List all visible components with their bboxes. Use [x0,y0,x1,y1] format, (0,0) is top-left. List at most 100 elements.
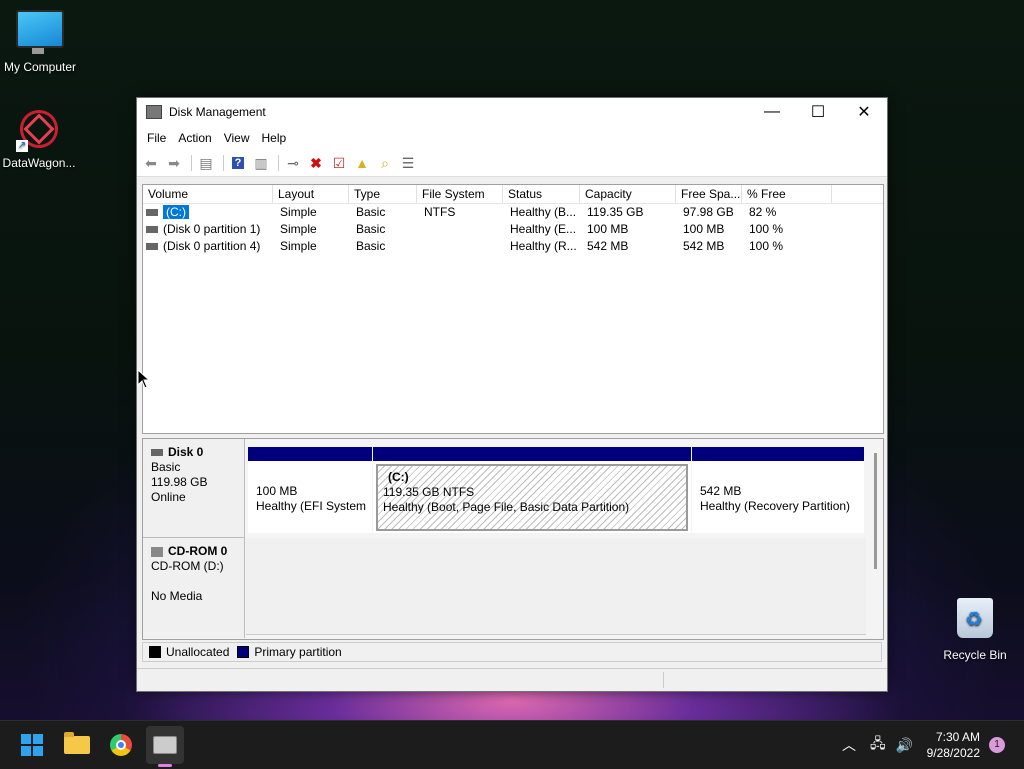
primary-partition-bar [373,447,691,461]
mouse-cursor-icon [137,369,149,389]
cell-type: Basic [356,205,386,219]
network-icon[interactable]: 🖧 [870,733,886,757]
partition-status: Healthy (EFI System Partition) [256,499,369,513]
recycle-bin-icon [957,598,993,638]
notification-badge[interactable]: 1 [989,737,1005,753]
volume-icon[interactable]: 🔊 [896,737,913,754]
file-explorer-button[interactable] [62,730,92,760]
legend-primary-partition: Primary partition [254,645,342,659]
menu-view[interactable]: View [218,131,256,145]
cell-layout: Simple [280,205,317,219]
start-icon [21,734,43,756]
close-button[interactable]: ✕ [841,98,887,126]
back-icon[interactable]: ⬅ [141,153,161,173]
cdrom-0-label[interactable]: CD-ROM 0 CD-ROM (D:) No Media [143,538,245,638]
volume-name: (C:) [163,205,189,219]
cell-free-space: 97.98 GB [683,205,734,219]
volume-icon [146,209,158,217]
disk-management-window: Disk Management — ☐ ✕ File Action View H… [136,97,888,692]
start-button[interactable] [17,730,47,760]
chrome-button[interactable] [106,730,136,760]
disk-name-row: Disk 0 [151,445,244,460]
menu-help[interactable]: Help [256,131,293,145]
disk-layout-pane: Disk 0 Basic 119.98 GB Online 100 MB Hea… [142,438,884,640]
chevron-up-icon[interactable]: ︿ [842,735,856,755]
column-header-type[interactable]: Type [349,185,417,203]
cell-status: Healthy (E... [510,222,577,236]
desktop-icon-my-computer[interactable]: My Computer [0,10,80,74]
desktop-icon-datawagon[interactable]: ↗ DataWagon... [0,106,79,170]
window-title: Disk Management [169,105,266,119]
partition-c[interactable]: (C:) 119.35 GB NTFS Healthy (Boot, Page … [373,447,691,533]
legend: Unallocated Primary partition [142,642,882,662]
title-bar[interactable]: Disk Management — ☐ ✕ [137,98,887,126]
cell-file-system [417,238,503,255]
column-header-layout[interactable]: Layout [273,185,349,203]
partition-size: 100 MB [256,484,298,498]
partition-efi[interactable]: 100 MB Healthy (EFI System Partition) [248,447,372,533]
column-header-percent-free[interactable]: % Free [742,185,832,203]
column-header-free-space[interactable]: Free Spa... [676,185,742,203]
menu-action[interactable]: Action [172,131,217,145]
minimize-button[interactable]: — [749,98,795,126]
disk-icon [151,449,163,457]
search-icon[interactable]: ⌕ [375,153,395,173]
settings-icon[interactable]: ☰ [398,153,418,173]
desktop-icon-recycle-bin[interactable]: Recycle Bin [935,598,1015,662]
legend-unallocated: Unallocated [166,645,230,659]
cell-percent-free: 100 % [749,239,784,253]
disk-management-taskbar-button[interactable] [146,726,184,764]
disk-state: Online [151,490,186,504]
desktop-icon-label: My Computer [3,60,77,74]
help-icon[interactable]: ? [228,153,248,173]
console-tree-icon[interactable]: ▤ [196,153,216,173]
primary-partition-bar [248,447,372,461]
vertical-scrollbar[interactable] [874,453,877,569]
partition-label: (C:) [388,470,409,484]
column-header-status[interactable]: Status [503,185,580,203]
volume-list-header: Volume Layout Type File System Status Ca… [143,185,883,204]
cell-capacity: 542 MB [587,239,629,253]
disk-type: CD-ROM (D:) [151,559,224,573]
cell-capacity: 100 MB [587,222,629,236]
column-header-volume[interactable]: Volume [143,185,273,203]
partition-size: 542 MB [700,484,742,498]
partition-body: (C:) 119.35 GB NTFS Healthy (Boot, Page … [376,464,688,531]
check-icon[interactable]: ☑ [329,153,349,173]
disk-management-app-icon [146,105,162,119]
system-tray: ︿ 🖧 🔊 [842,721,913,769]
properties-icon[interactable]: ▥ [251,153,271,173]
status-bar [137,668,887,691]
delete-icon[interactable]: ✖ [306,153,326,173]
table-row[interactable]: (C:) Simple Basic NTFS Healthy (B... 119… [143,204,883,221]
connect-icon[interactable]: ⊸ [283,153,303,173]
toolbar-separator [223,155,224,171]
datawagon-icon: ↗ [16,106,62,152]
disk-0-label[interactable]: Disk 0 Basic 119.98 GB Online [143,439,245,538]
up-icon[interactable]: ▲ [352,153,372,173]
disk-name: CD-ROM 0 [168,544,228,558]
partition-recovery[interactable]: 542 MB Healthy (Recovery Partition) [692,447,864,533]
partition-body: 542 MB Healthy (Recovery Partition) [695,464,861,531]
menu-file[interactable]: File [141,131,172,145]
cdrom-icon [151,546,163,557]
column-header-capacity[interactable]: Capacity [580,185,676,203]
maximize-button[interactable]: ☐ [795,98,841,126]
unallocated-swatch [149,646,161,658]
cell-type: Basic [356,239,386,253]
forward-icon[interactable]: ➡ [164,153,184,173]
table-row[interactable]: (Disk 0 partition 1) Simple Basic Health… [143,221,883,238]
table-row[interactable]: (Disk 0 partition 4) Simple Basic Health… [143,238,883,255]
cell-percent-free: 82 % [749,205,777,219]
volume-list: Volume Layout Type File System Status Ca… [142,184,884,434]
volume-name: (Disk 0 partition 1) [163,222,261,236]
primary-partition-swatch [237,646,250,658]
file-explorer-icon [64,732,90,754]
clock[interactable]: 7:30 AM 9/28/2022 [927,729,980,761]
column-header-file-system[interactable]: File System [417,185,503,203]
volume-icon [146,243,158,251]
cell-type: Basic [356,222,386,236]
cell-status: Healthy (B... [510,205,577,219]
cdrom-0-area[interactable] [246,538,866,635]
active-app-indicator [158,764,172,767]
